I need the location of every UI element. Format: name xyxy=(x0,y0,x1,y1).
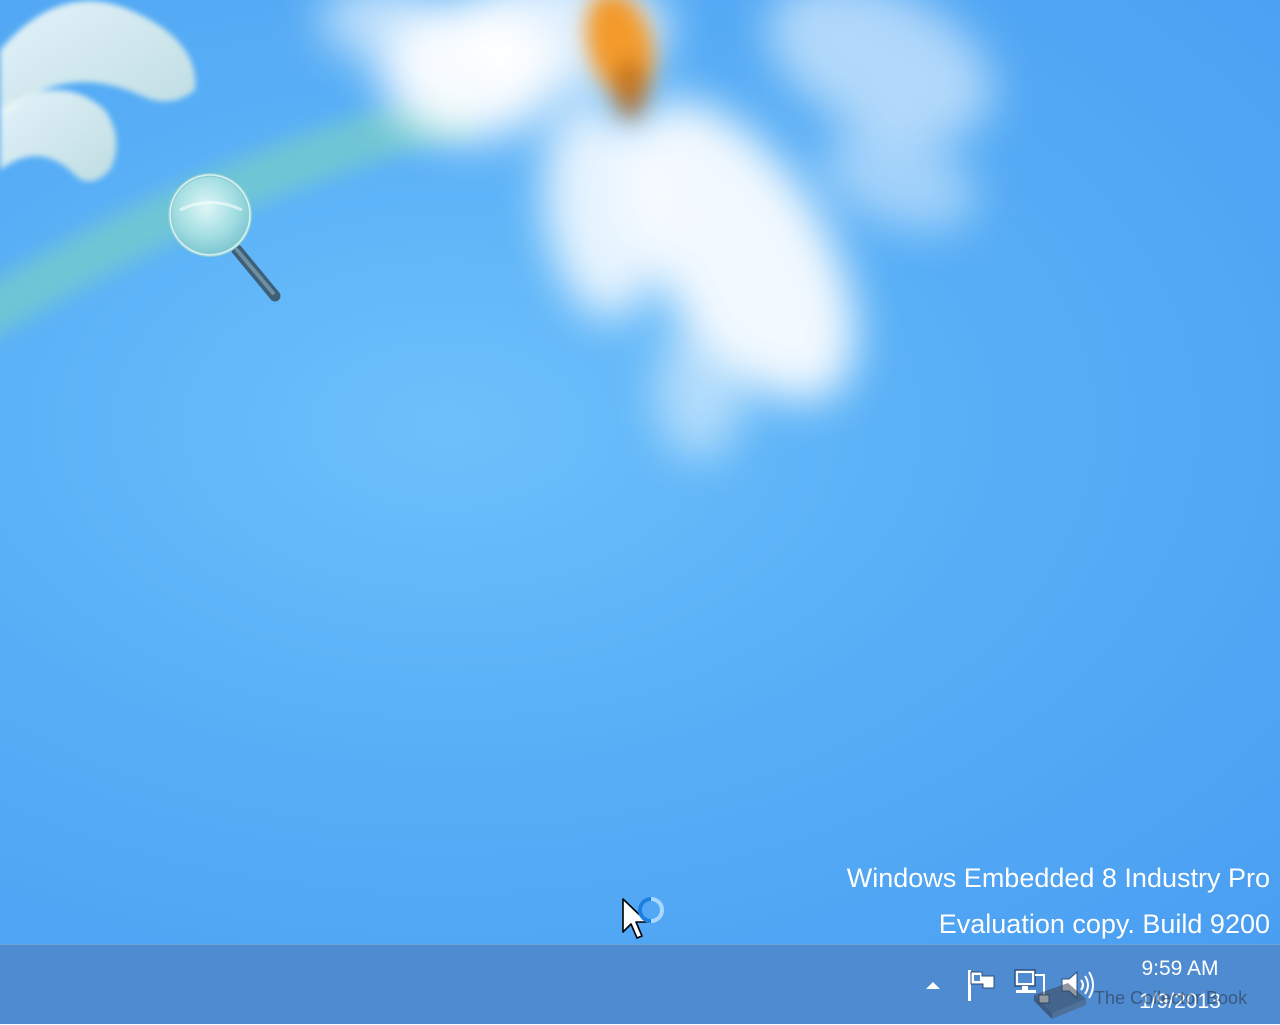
action-center-button[interactable] xyxy=(960,945,1002,1025)
up-arrow-icon xyxy=(926,982,940,989)
build-text: Evaluation copy. Build 9200 xyxy=(938,909,1270,939)
search-icon xyxy=(168,173,281,302)
desktop[interactable]: Windows Embedded 8 Industry Pro Evaluati… xyxy=(0,0,1280,944)
flag-icon xyxy=(968,970,995,1001)
volume-button[interactable] xyxy=(1056,945,1098,1025)
desktop-search-icon[interactable] xyxy=(160,165,290,310)
taskbar-clock[interactable]: 9:59 AM 1/9/2013 xyxy=(1110,945,1250,1025)
clock-time: 9:59 AM xyxy=(1141,957,1219,980)
taskbar[interactable]: 9:59 AM 1/9/2013 xyxy=(0,944,1280,1024)
wallpaper xyxy=(0,0,993,460)
clock-date: 1/9/2013 xyxy=(1139,990,1221,1013)
show-hidden-icons-button[interactable] xyxy=(918,945,948,1025)
edition-watermark: Windows Embedded 8 Industry Pro Evaluati… xyxy=(670,855,1270,944)
network-button[interactable] xyxy=(1008,945,1052,1025)
speaker-icon xyxy=(1061,970,1094,1000)
edition-text: Windows Embedded 8 Industry Pro xyxy=(846,863,1270,893)
busy-cursor-icon xyxy=(622,897,664,939)
network-icon xyxy=(1014,969,1050,1004)
